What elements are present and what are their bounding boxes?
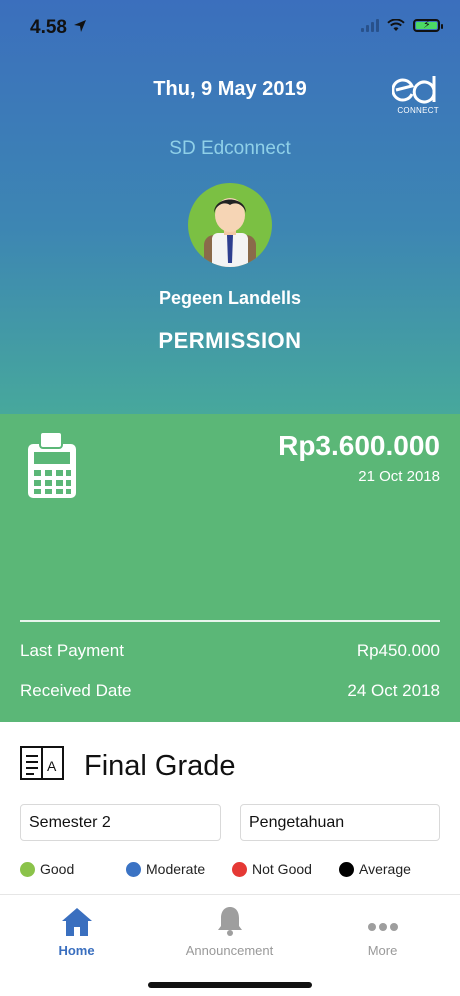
student-avatar[interactable] <box>188 183 272 267</box>
profile-header: 4.58 ⚡ Thu, 9 May 2019 CONNECT SD Edconn… <box>0 0 460 414</box>
legend-label: Not Good <box>252 861 312 877</box>
location-arrow-icon <box>74 20 86 32</box>
last-payment-row: Last Payment Rp450.000 <box>20 641 440 661</box>
gradebook-icon: A <box>20 746 64 780</box>
wifi-icon <box>387 19 405 31</box>
home-indicator[interactable] <box>148 982 312 988</box>
legend-good: Good <box>20 861 74 877</box>
student-avatar-icon <box>204 198 256 267</box>
payment-due-date: 21 Oct 2018 <box>358 468 440 485</box>
legend-moderate: Moderate <box>126 861 205 877</box>
last-payment-label: Last Payment <box>20 641 124 660</box>
tab-announcement-label: Announcement <box>185 943 274 958</box>
status-bar: 4.58 ⚡ <box>0 0 460 56</box>
battery-icon: ⚡ <box>413 19 443 32</box>
received-date-row: Received Date 24 Oct 2018 <box>20 681 440 701</box>
school-name: SD Edconnect <box>169 138 291 159</box>
legend-label: Good <box>40 861 75 877</box>
category-select[interactable]: Pengetahuan <box>240 804 440 841</box>
legend-average: Average <box>339 861 411 877</box>
final-grade-section: A Final Grade Semester 2 Pengetahuan Goo… <box>0 722 460 894</box>
logo-caption: CONNECT <box>397 106 439 115</box>
tab-home[interactable]: Home <box>0 903 153 958</box>
tab-home-label: Home <box>58 943 95 958</box>
more-dots-icon <box>367 923 398 931</box>
tab-more-label: More <box>367 943 398 958</box>
home-icon <box>61 908 92 936</box>
bottom-tab-bar: Home Announcement More <box>0 894 460 996</box>
tab-more[interactable]: More <box>306 903 459 958</box>
payment-divider <box>20 620 440 622</box>
attendance-status: PERMISSION <box>158 328 302 353</box>
signal-icon <box>361 19 379 32</box>
legend-label: Average <box>359 861 411 877</box>
legend-dot-good <box>20 861 35 877</box>
status-time: 4.58 <box>30 17 67 38</box>
last-payment-value: Rp450.000 <box>356 641 440 660</box>
legend-label: Moderate <box>146 861 206 877</box>
current-date: Thu, 9 May 2019 <box>153 78 307 100</box>
received-date-label: Received Date <box>20 681 132 700</box>
svg-text:A: A <box>47 758 57 774</box>
payment-card[interactable]: Rp3.600.000 21 Oct 2018 Last Payment Rp4… <box>0 414 460 722</box>
grade-legend: Good Moderate Not Good Average <box>20 861 450 881</box>
final-grade-title: Final Grade <box>84 750 236 782</box>
legend-dot-not-good <box>232 861 247 877</box>
legend-not-good: Not Good <box>232 861 312 877</box>
received-date-value: 24 Oct 2018 <box>347 681 440 700</box>
semester-select[interactable]: Semester 2 <box>20 804 221 841</box>
student-name: Pegeen Landells <box>158 288 302 308</box>
legend-dot-average <box>339 861 354 877</box>
status-indicators: ⚡ <box>361 19 443 32</box>
bell-icon <box>217 907 242 936</box>
calculator-icon <box>28 431 76 498</box>
legend-dot-moderate <box>126 861 141 877</box>
payment-amount: Rp3.600.000 <box>278 430 440 461</box>
tab-announcement[interactable]: Announcement <box>153 903 306 958</box>
